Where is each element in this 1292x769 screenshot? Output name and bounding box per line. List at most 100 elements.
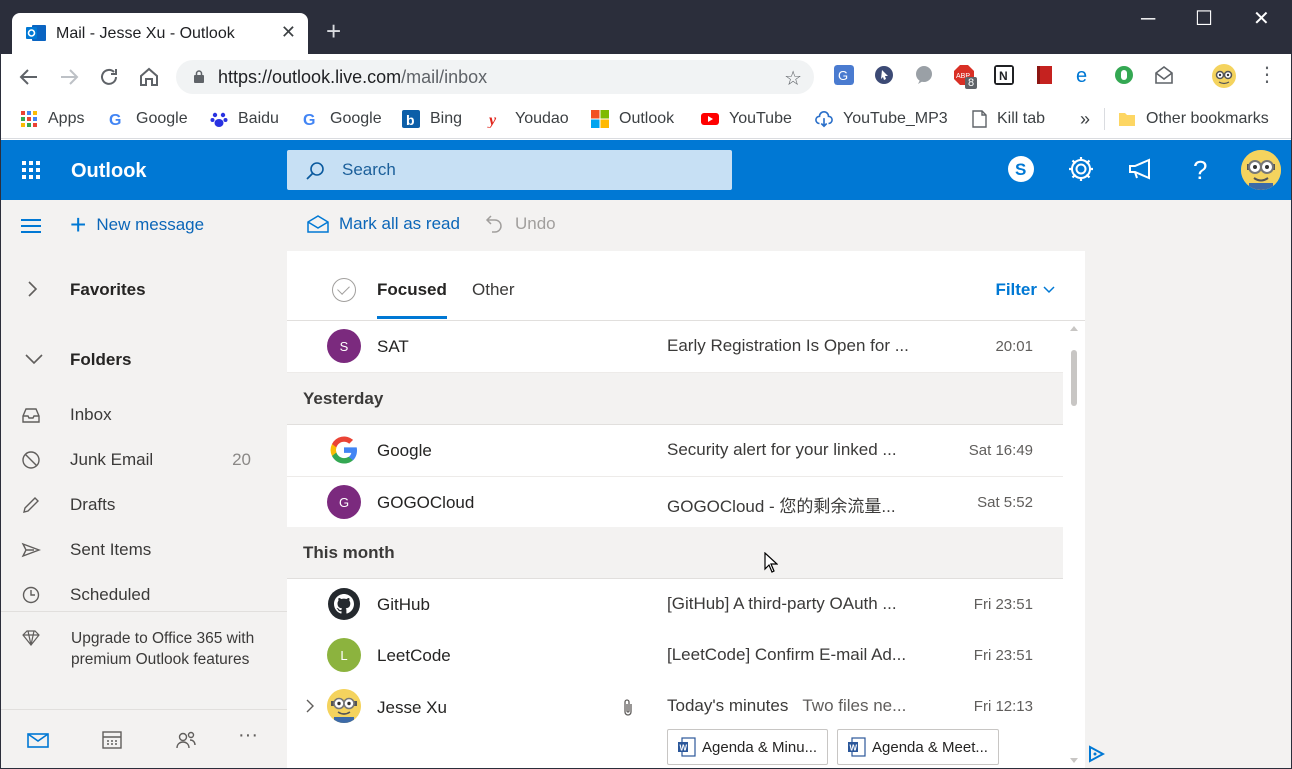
bookmark-baidu[interactable]: Baidu bbox=[210, 108, 279, 130]
envelope-open-icon bbox=[307, 215, 329, 233]
search-input[interactable] bbox=[342, 159, 712, 181]
home-icon[interactable] bbox=[137, 65, 161, 89]
scroll-down-arrow-icon[interactable] bbox=[1070, 758, 1078, 763]
bookmark-youtube-mp3[interactable]: YouTube_MP3 bbox=[815, 108, 948, 130]
bookmark-google[interactable]: G Google bbox=[108, 108, 188, 130]
svg-text:e: e bbox=[1076, 65, 1087, 85]
url-host: https://outlook.live.com bbox=[218, 67, 402, 87]
new-message-label: New message bbox=[96, 215, 205, 234]
message-row[interactable]: Google Security alert for your linked ..… bbox=[287, 425, 1063, 477]
tab-focused[interactable]: Focused bbox=[377, 280, 447, 319]
app-brand[interactable]: Outlook bbox=[71, 160, 147, 183]
mail-extension-icon[interactable] bbox=[1154, 65, 1174, 85]
message-preview: Two files ne... bbox=[802, 696, 907, 715]
calendar-icon[interactable] bbox=[100, 728, 124, 752]
forward-arrow-icon[interactable] bbox=[57, 65, 81, 89]
bookmark-label: Baidu bbox=[238, 110, 279, 127]
select-all-checkbox[interactable] bbox=[332, 278, 356, 302]
blocked-icon bbox=[22, 451, 40, 469]
bookmarks-overflow-button[interactable]: » bbox=[1080, 108, 1090, 130]
attachment-name: Agenda & Meet... bbox=[872, 738, 988, 756]
chat-extension-icon[interactable] bbox=[914, 65, 934, 85]
bookmark-label: Google bbox=[330, 110, 382, 127]
close-window-button[interactable]: ✕ bbox=[1253, 8, 1270, 30]
message-row[interactable]: GitHub [GitHub] A third-party OAuth ... … bbox=[287, 579, 1063, 631]
filter-button[interactable]: Filter bbox=[995, 280, 1055, 300]
tab-close-icon[interactable]: ✕ bbox=[281, 22, 296, 42]
microsoft-icon bbox=[591, 110, 609, 128]
undo-button[interactable]: Undo bbox=[483, 214, 556, 234]
scroll-up-arrow-icon[interactable] bbox=[1070, 326, 1078, 331]
folder-inbox[interactable]: Inbox bbox=[0, 395, 287, 435]
browser-tab[interactable]: Mail - Jesse Xu - Outlook ✕ bbox=[12, 13, 308, 54]
cursor-extension-icon[interactable] bbox=[874, 65, 894, 85]
skype-icon[interactable]: S bbox=[1006, 154, 1036, 184]
scrollbar-thumb[interactable] bbox=[1071, 350, 1077, 406]
profile-avatar-icon[interactable] bbox=[1211, 63, 1237, 89]
green-extension-icon[interactable] bbox=[1114, 65, 1134, 85]
notion-extension-icon[interactable]: N bbox=[994, 65, 1014, 85]
new-message-button[interactable]: + New message bbox=[70, 211, 205, 239]
settings-gear-icon[interactable] bbox=[1066, 154, 1096, 184]
browser-menu-icon[interactable]: ⋮ bbox=[1257, 64, 1277, 86]
message-row[interactable]: L LeetCode [LeetCode] Confirm E-mail Ad.… bbox=[287, 630, 1063, 682]
message-subject: GOGOCloud - 您的剩余流量... bbox=[667, 497, 896, 516]
minimize-button[interactable]: ─ bbox=[1141, 8, 1155, 30]
app-launcher-icon[interactable] bbox=[22, 161, 40, 179]
message-row[interactable]: S SAT Early Registration Is Open for ...… bbox=[287, 321, 1063, 373]
apps-grid-icon bbox=[21, 111, 37, 127]
message-list-scrollbar[interactable] bbox=[1066, 322, 1082, 769]
new-tab-button[interactable]: + bbox=[326, 16, 341, 46]
upgrade-promo[interactable]: Upgrade to Office 365 with premium Outlo… bbox=[0, 611, 287, 709]
bookmark-star-icon[interactable]: ☆ bbox=[784, 66, 802, 91]
google-icon: G bbox=[303, 112, 315, 128]
message-subject: [LeetCode] Confirm E-mail Ad... bbox=[667, 645, 907, 664]
adchoices-icon[interactable] bbox=[1087, 745, 1105, 763]
bookmark-apps[interactable]: Apps bbox=[20, 108, 84, 130]
minion-avatar-icon bbox=[327, 689, 361, 723]
bookmark-kill-tab[interactable]: Kill tab bbox=[972, 108, 1045, 130]
translate-extension-icon[interactable]: G bbox=[834, 65, 854, 85]
favorites-header[interactable]: Favorites bbox=[0, 271, 287, 311]
book-extension-icon[interactable] bbox=[1034, 65, 1054, 85]
address-bar[interactable]: https://outlook.live.com/mail/inbox ☆ bbox=[176, 60, 814, 94]
bookmark-label: YouTube_MP3 bbox=[843, 110, 948, 127]
bookmark-label: Other bookmarks bbox=[1146, 110, 1269, 127]
mail-icon[interactable] bbox=[26, 728, 50, 752]
bookmark-other-folder[interactable]: Other bookmarks bbox=[1118, 108, 1269, 130]
bookmark-youtube[interactable]: YouTube bbox=[701, 108, 792, 130]
maximize-button[interactable]: ☐ bbox=[1195, 8, 1213, 30]
sender-name: Jesse Xu bbox=[377, 698, 447, 717]
google-icon: G bbox=[109, 112, 121, 128]
reload-icon[interactable] bbox=[97, 65, 121, 89]
search-box[interactable] bbox=[287, 150, 732, 190]
hamburger-menu-icon[interactable] bbox=[21, 219, 41, 233]
message-row[interactable]: G GOGOCloud GOGOCloud - 您的剩余流量... Sat 5:… bbox=[287, 477, 1063, 529]
diamond-icon bbox=[22, 630, 40, 646]
bookmark-youdao[interactable]: y Youdao bbox=[487, 108, 569, 130]
bookmark-google-2[interactable]: G Google bbox=[302, 108, 382, 130]
expand-conversation-icon[interactable] bbox=[305, 698, 315, 714]
pencil-icon bbox=[23, 497, 39, 513]
folder-scheduled[interactable]: Scheduled bbox=[0, 575, 287, 615]
bookmark-outlook[interactable]: Outlook bbox=[591, 108, 674, 130]
edge-extension-icon[interactable]: e bbox=[1074, 65, 1094, 85]
send-icon bbox=[21, 542, 41, 558]
folders-header[interactable]: Folders bbox=[0, 341, 287, 381]
svg-text:S: S bbox=[1015, 160, 1026, 179]
people-icon[interactable] bbox=[174, 728, 198, 752]
account-avatar[interactable] bbox=[1241, 150, 1281, 190]
more-apps-icon[interactable]: ··· bbox=[238, 724, 262, 748]
tab-other[interactable]: Other bbox=[472, 280, 515, 300]
folder-junk-email[interactable]: Junk Email 20 bbox=[0, 440, 287, 480]
bookmark-bing[interactable]: b Bing bbox=[402, 108, 462, 130]
help-icon[interactable]: ? bbox=[1186, 154, 1216, 184]
megaphone-icon[interactable] bbox=[1126, 154, 1156, 184]
attachment-chip[interactable]: W Agenda & Minu... bbox=[667, 729, 829, 765]
mark-all-read-button[interactable]: Mark all as read bbox=[307, 214, 460, 234]
back-arrow-icon[interactable] bbox=[17, 65, 41, 89]
folder-sent-items[interactable]: Sent Items bbox=[0, 530, 287, 570]
folder-drafts[interactable]: Drafts bbox=[0, 485, 287, 525]
attachment-chip[interactable]: W Agenda & Meet... bbox=[837, 729, 999, 765]
bookmark-label: YouTube bbox=[729, 110, 792, 127]
